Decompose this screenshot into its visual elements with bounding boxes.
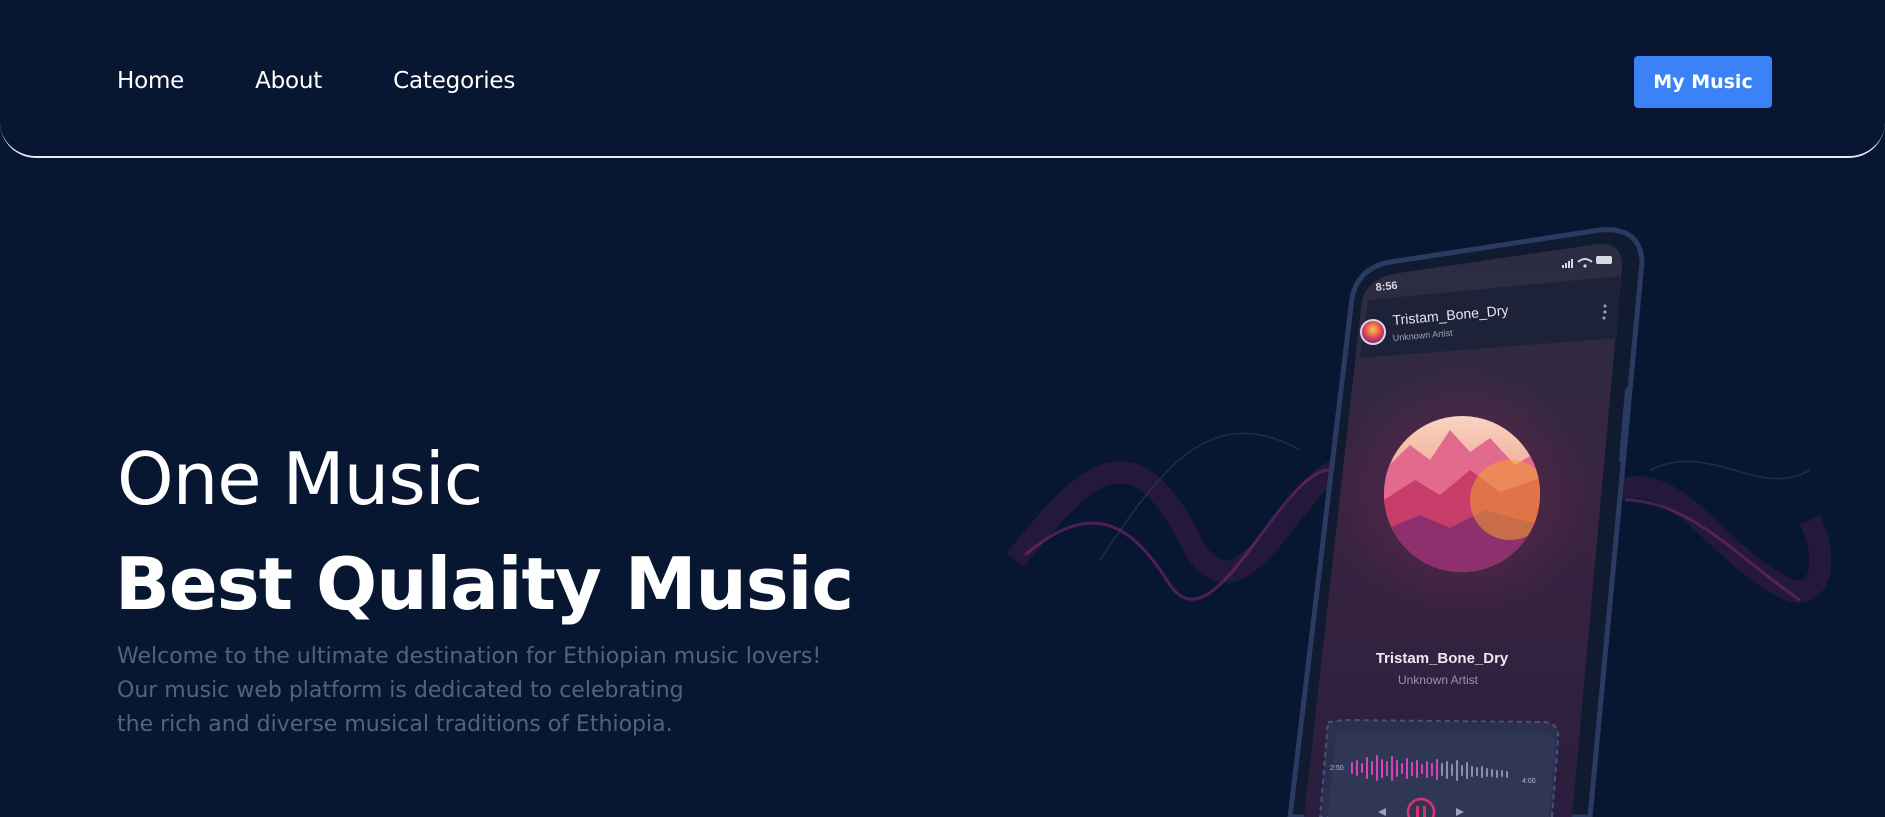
player-controls-card (1318, 718, 1560, 817)
player-track-artist: Unknown Artist (1398, 673, 1479, 687)
hero-description: Welcome to the ultimate destination for … (117, 640, 821, 742)
nav-link-about[interactable]: About (255, 68, 322, 94)
phone-illustration: 8:56 Tristam_Bone_Dry Unknown Artist Tri… (1006, 227, 1832, 817)
hero-title: One Music (117, 437, 483, 521)
hero-heading: Best Qulaity Music (115, 542, 854, 626)
nav-link-categories[interactable]: Categories (393, 68, 515, 94)
hero-description-line: Our music web platform is dedicated to c… (117, 678, 684, 703)
hero-description-line: Welcome to the ultimate destination for … (117, 644, 822, 669)
track-avatar (1360, 319, 1386, 345)
nav-link-home[interactable]: Home (117, 68, 184, 94)
time-elapsed: 2:50 (1330, 765, 1344, 772)
site-header: Home About Categories My Music (0, 0, 1885, 158)
hero-description-line: the rich and diverse musical traditions … (117, 712, 673, 737)
time-total: 4:00 (1522, 778, 1536, 785)
main-nav: Home About Categories (117, 68, 586, 94)
my-music-button[interactable]: My Music (1634, 56, 1772, 108)
phone-status-time: 8:56 (1375, 280, 1398, 294)
battery-icon (1596, 256, 1612, 264)
player-track-title: Tristam_Bone_Dry (1376, 650, 1509, 667)
